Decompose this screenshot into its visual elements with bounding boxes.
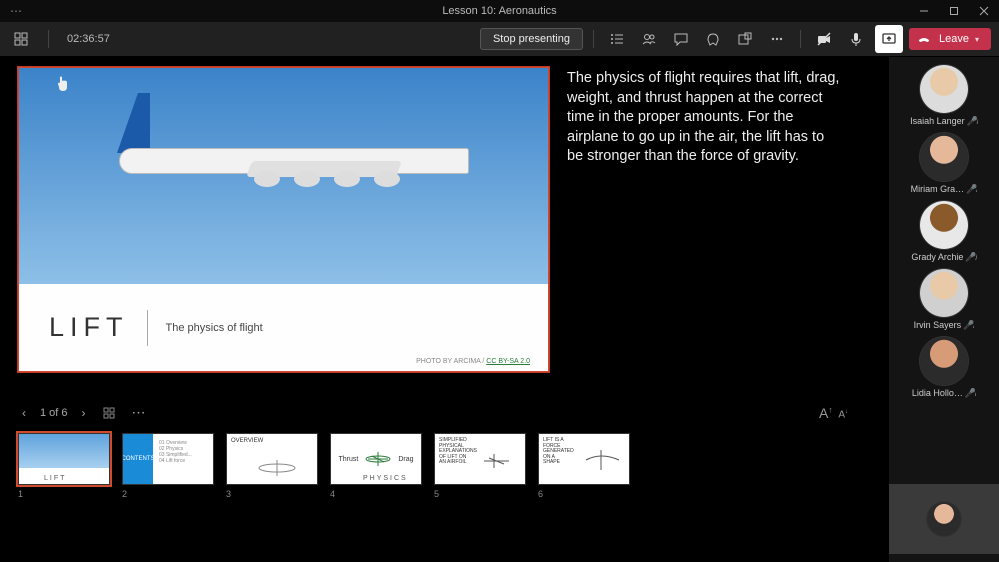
minimize-button[interactable]: [909, 0, 939, 22]
mic-muted-icon: 🎤̸: [965, 388, 976, 398]
decrease-font-button[interactable]: A↓: [838, 409, 848, 420]
divider: [800, 30, 801, 48]
meeting-toolbar: 02:36:57 Stop presenting Leave ▾: [0, 22, 999, 57]
participant[interactable]: Miriam Gra…🎤̸: [911, 133, 978, 195]
slide-counter: 1 of 6: [40, 407, 68, 419]
people-button[interactable]: [636, 26, 662, 52]
increase-font-button[interactable]: A↑: [819, 405, 832, 421]
titlebar-more-button[interactable]: ⋯: [10, 4, 22, 18]
slide-thumbnail[interactable]: LIFT IS A FORCE GENERATED ON A SHAPE 6: [538, 433, 630, 499]
current-slide[interactable]: LIFT The physics of flight PHOTO BY ARCI…: [18, 67, 549, 372]
slide-thumbnail[interactable]: SIMPLIFIED PHYSICAL EXPLANATIONS OF LIFT…: [434, 433, 526, 499]
mic-muted-icon: 🎤̸: [967, 116, 978, 126]
thumb-number: 1: [18, 489, 110, 499]
avatar: [920, 269, 968, 317]
slide-thumbnail[interactable]: OVERVIEW 3: [226, 433, 318, 499]
divider: [48, 30, 49, 48]
participant-name: Miriam Gra…: [911, 184, 965, 194]
leave-label: Leave: [939, 33, 969, 45]
self-avatar: [927, 502, 961, 536]
mic-muted-icon: 🎤̸: [963, 320, 974, 330]
mic-muted-icon: 🎤̸: [966, 184, 977, 194]
chevron-down-icon: ▾: [975, 35, 979, 44]
thumbnail-strip: LIFT 1 CONTENTS01 Overview02 Physics03 S…: [18, 433, 883, 499]
slide-image: [19, 68, 548, 286]
avatar: [920, 65, 968, 113]
leave-button[interactable]: Leave ▾: [909, 28, 991, 50]
participants-panel: Isaiah Langer🎤̸ Miriam Gra…🎤̸ Grady Arch…: [889, 57, 999, 562]
participant[interactable]: Isaiah Langer🎤̸: [910, 65, 978, 127]
avatar: [920, 133, 968, 181]
mic-muted-icon: 🎤̸: [965, 252, 976, 262]
participant-name: Irvin Sayers: [914, 320, 962, 330]
mic-toggle-button[interactable]: [843, 26, 869, 52]
chat-button[interactable]: [668, 26, 694, 52]
avatar: [920, 337, 968, 385]
camera-toggle-button[interactable]: [811, 26, 837, 52]
thumb-number: 4: [330, 489, 422, 499]
window-controls: [909, 0, 999, 22]
participant-name: Lidia Hollo…: [912, 388, 963, 398]
participant[interactable]: Irvin Sayers🎤̸: [914, 269, 975, 331]
breakout-rooms-button[interactable]: [732, 26, 758, 52]
slide-heading: LIFT: [49, 312, 129, 343]
title-bar: ⋯ Lesson 10: Aeronautics: [0, 0, 999, 22]
slide-thumbnail[interactable]: CONTENTS01 Overview02 Physics03 Simplifi…: [122, 433, 214, 499]
thumb-more-button[interactable]: ⋯: [128, 402, 150, 423]
slide-subtitle: The physics of flight: [166, 322, 263, 334]
participant[interactable]: Lidia Hollo…🎤̸: [912, 337, 976, 399]
slide-thumbnail[interactable]: ThrustDragPHYSICS 4: [330, 433, 422, 499]
content-area: LIFT The physics of flight PHOTO BY ARCI…: [0, 57, 999, 562]
share-screen-button[interactable]: [875, 25, 903, 53]
participant-name: Isaiah Langer: [910, 116, 965, 126]
stop-presenting-button[interactable]: Stop presenting: [480, 28, 583, 50]
cursor-hand-icon: [55, 75, 71, 93]
thumb-number: 2: [122, 489, 214, 499]
participant-name: Grady Archie: [911, 252, 963, 262]
prev-slide-button[interactable]: ‹: [18, 404, 30, 422]
list-panel-button[interactable]: [604, 26, 630, 52]
speaker-notes: The physics of flight requires that lift…: [567, 67, 842, 372]
meeting-timer: 02:36:57: [67, 33, 110, 45]
self-view[interactable]: [889, 484, 999, 554]
more-actions-button[interactable]: [764, 26, 790, 52]
grid-view-button[interactable]: [100, 404, 118, 422]
thumbnail-strip-controls: ‹ 1 of 6 › ⋯ A↑ A↓: [18, 402, 883, 423]
divider: [593, 30, 594, 48]
reactions-button[interactable]: [700, 26, 726, 52]
close-button[interactable]: [969, 0, 999, 22]
next-slide-button[interactable]: ›: [78, 404, 90, 422]
divider: [147, 310, 148, 346]
window-title: Lesson 10: Aeronautics: [442, 5, 556, 17]
maximize-button[interactable]: [939, 0, 969, 22]
credit-link[interactable]: CC BY-SA 2.0: [486, 358, 530, 365]
thumb-number: 5: [434, 489, 526, 499]
gallery-layout-button[interactable]: [8, 26, 34, 52]
photo-credit: PHOTO BY ARCIMA / CC BY-SA 2.0: [416, 358, 530, 365]
airplane-illustration: [79, 103, 489, 223]
participant[interactable]: Grady Archie🎤̸: [911, 201, 976, 263]
avatar: [920, 201, 968, 249]
thumb-number: 6: [538, 489, 630, 499]
thumb-number: 3: [226, 489, 318, 499]
font-size-controls: A↑ A↓: [819, 405, 848, 421]
presentation-stage: LIFT The physics of flight PHOTO BY ARCI…: [0, 57, 889, 562]
slide-thumbnail[interactable]: LIFT 1: [18, 433, 110, 499]
